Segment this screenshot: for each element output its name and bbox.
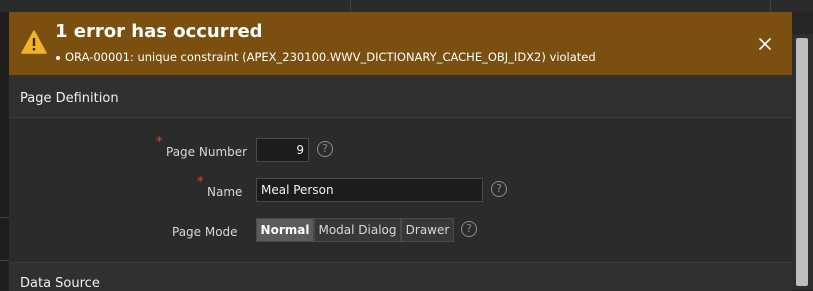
bullet <box>56 56 60 60</box>
error-alert: 1 error has occurred ORA-00001: unique c… <box>9 12 792 75</box>
help-icon[interactable]: ? <box>491 181 507 197</box>
section-header-page-definition[interactable]: Page Definition <box>9 75 792 118</box>
close-icon[interactable] <box>755 34 775 54</box>
alert-title: 1 error has occurred <box>55 21 263 42</box>
page-mode-option-drawer[interactable]: Drawer <box>401 218 454 242</box>
page-mode-option-normal[interactable]: Normal <box>256 218 314 242</box>
divider <box>0 217 9 218</box>
name-row: * Name Meal Person ? <box>9 175 792 204</box>
divider <box>770 0 771 12</box>
page-number-label: Page Number <box>166 145 248 159</box>
warning-triangle-icon <box>21 30 47 54</box>
page-mode-row: Page Mode Normal Modal Dialog Drawer ? <box>9 218 792 244</box>
help-icon[interactable]: ? <box>317 141 333 157</box>
form-body: * Page Number 9 ? * Name Meal Person ? P… <box>9 118 792 261</box>
page-number-row: * Page Number 9 ? <box>9 135 792 164</box>
section-header-data-source[interactable]: Data Source <box>9 262 792 291</box>
help-icon[interactable]: ? <box>461 221 477 237</box>
divider <box>0 260 9 261</box>
name-input[interactable]: Meal Person <box>256 178 483 202</box>
alert-message: ORA-00001: unique constraint (APEX_23010… <box>65 50 596 64</box>
background-page-edge <box>0 12 9 290</box>
required-marker: * <box>156 135 163 150</box>
divider <box>350 0 351 12</box>
scrollbar-header <box>792 12 813 34</box>
name-label: Name <box>207 185 243 199</box>
required-marker: * <box>197 175 204 190</box>
section-title: Data Source <box>20 276 100 291</box>
scrollbar-thumb[interactable] <box>796 38 808 286</box>
page-mode-option-modal-dialog[interactable]: Modal Dialog <box>314 218 401 242</box>
page-mode-label: Page Mode <box>172 225 238 239</box>
page-number-input[interactable]: 9 <box>256 138 309 162</box>
section-title: Page Definition <box>20 91 119 106</box>
dialog: 1 error has occurred ORA-00001: unique c… <box>9 12 792 291</box>
